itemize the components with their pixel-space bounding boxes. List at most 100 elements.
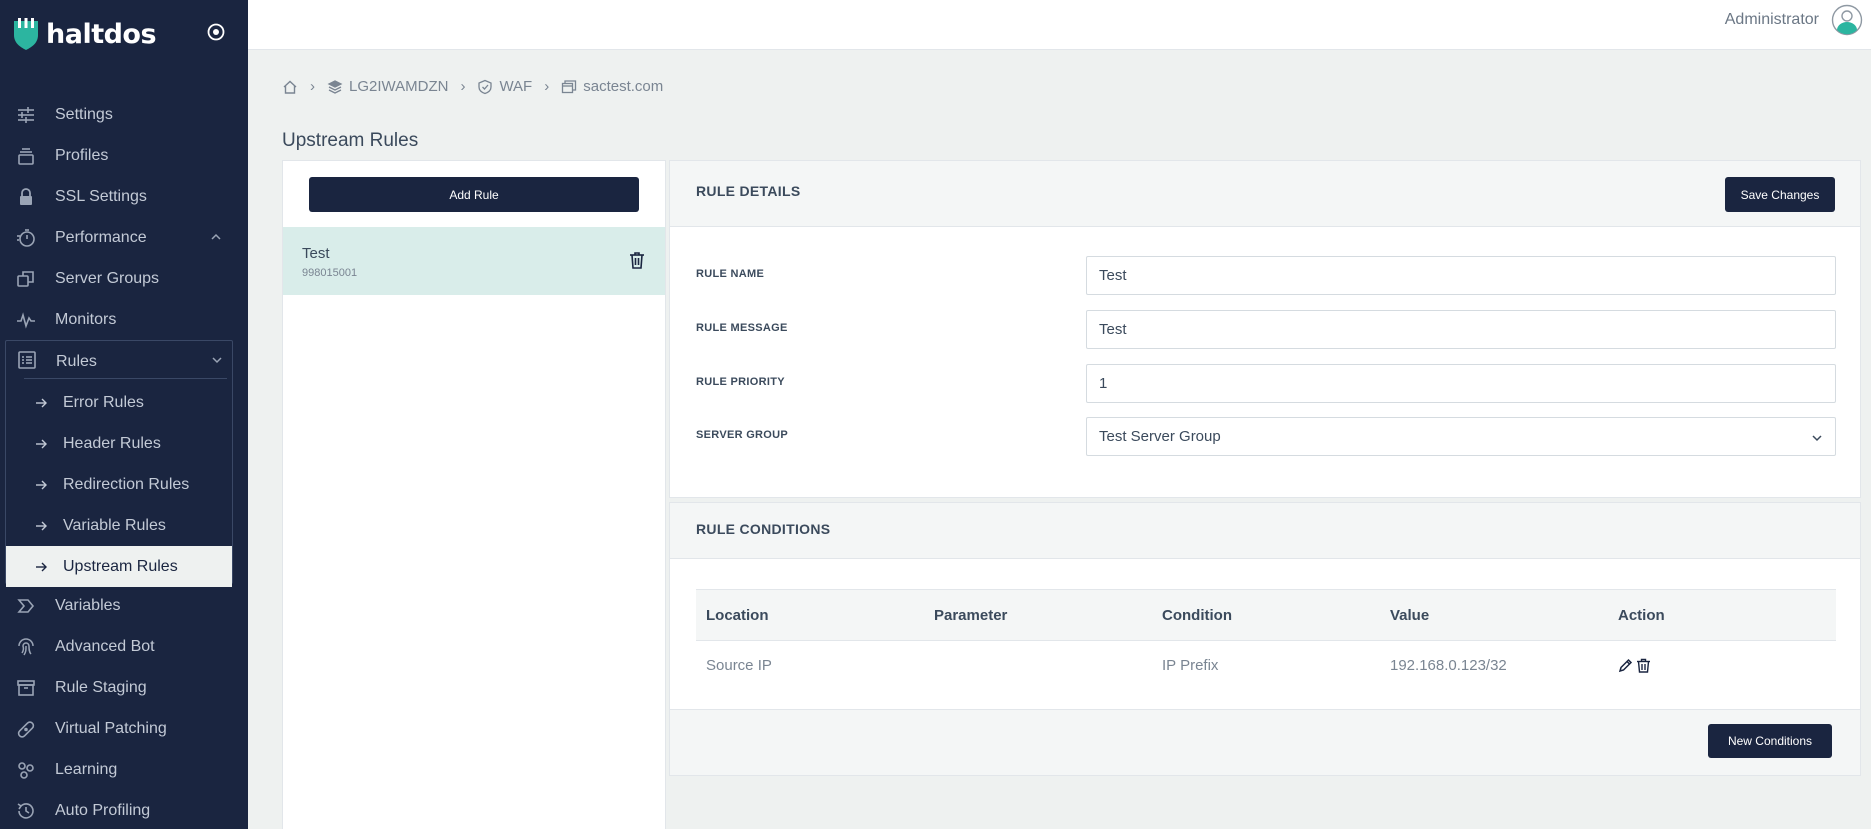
rule-priority-row: RULE PRIORITY 1 [696, 364, 1836, 404]
trash-icon[interactable] [629, 251, 645, 269]
trash-icon[interactable] [1636, 658, 1651, 673]
rule-name-row: RULE NAME Test [696, 256, 1836, 296]
rule-details-title: RULE DETAILS [696, 183, 801, 199]
sidebar-item-ssl-settings[interactable]: SSL Settings [0, 176, 248, 217]
column-header-condition: Condition [1162, 606, 1232, 624]
lock-icon [20, 188, 32, 205]
fingerprint-icon [18, 638, 34, 656]
sidebar-item-settings[interactable]: Settings [0, 94, 248, 135]
sidebar-item-variable-rules[interactable]: Variable Rules [6, 505, 232, 546]
sidebar-item-profiles[interactable]: Profiles [0, 135, 248, 176]
chevron-down-icon [1812, 435, 1822, 442]
breadcrumb-separator: › [310, 78, 315, 95]
sidebar: haltdos Settings Profiles SSL Settings P… [0, 0, 248, 829]
save-changes-button[interactable]: Save Changes [1725, 177, 1835, 212]
rule-item-id: 998015001 [302, 267, 358, 279]
user-name[interactable]: Administrator [1725, 11, 1819, 29]
rule-list-panel: Add Rule Test 998015001 [282, 160, 666, 829]
archive-icon [17, 680, 35, 696]
sidebar-subitem-label: Error Rules [63, 393, 144, 411]
sidebar-item-label: Rules [56, 352, 97, 370]
sidebar-item-rules[interactable]: Rules [6, 341, 232, 382]
breadcrumb-label: sactest.com [583, 78, 664, 95]
pulse-icon [17, 312, 35, 329]
topbar: Administrator [248, 0, 1871, 50]
sidebar-item-auto-profiling[interactable]: Auto Profiling [0, 790, 248, 829]
conditions-table: Location Parameter Condition Value Actio… [696, 589, 1836, 689]
rule-details-header: RULE DETAILS Save Changes [670, 161, 1860, 227]
sidebar-item-label: Profiles [55, 146, 109, 164]
rule-conditions-panel: RULE CONDITIONS Location Parameter Condi… [669, 502, 1861, 776]
column-header-value: Value [1390, 606, 1430, 624]
brand-name: haltdos [46, 18, 157, 50]
breadcrumb-item-tenant[interactable]: LG2IWAMDZN [327, 78, 448, 95]
rule-priority-input[interactable]: 1 [1086, 364, 1836, 403]
rule-conditions-title: RULE CONDITIONS [696, 521, 831, 537]
breadcrumb-label: WAF [499, 78, 533, 95]
sidebar-item-redirection-rules[interactable]: Redirection Rules [6, 464, 232, 505]
add-rule-button[interactable]: Add Rule [309, 177, 639, 212]
pencil-icon[interactable] [1618, 658, 1633, 673]
sidebar-subitem-label: Header Rules [63, 434, 161, 452]
new-conditions-button[interactable]: New Conditions [1708, 724, 1832, 758]
arrow-right-icon [36, 521, 47, 531]
sidebar-item-server-groups[interactable]: Server Groups [0, 258, 248, 299]
sidebar-item-upstream-rules[interactable]: Upstream Rules [6, 546, 232, 587]
sidebar-subitem-label: Variable Rules [63, 516, 166, 534]
sidebar-item-header-rules[interactable]: Header Rules [6, 423, 232, 464]
breadcrumb-item-site[interactable]: sactest.com [561, 78, 663, 95]
server-group-label: SERVER GROUP [696, 429, 789, 441]
sidebar-item-label: SSL Settings [55, 187, 147, 205]
sidebar-item-learning[interactable]: Learning [0, 749, 248, 790]
avatar-icon[interactable] [1831, 4, 1863, 36]
brand-logo[interactable]: haltdos [12, 14, 157, 54]
sidebar-item-label: Server Groups [55, 269, 160, 287]
rule-name-label: RULE NAME [696, 268, 765, 280]
shield-check-icon [478, 79, 493, 94]
copy-icon [17, 271, 34, 287]
breadcrumb-label: LG2IWAMDZN [349, 78, 449, 95]
breadcrumb: › LG2IWAMDZN › WAF › sactest.com [282, 78, 663, 95]
breadcrumb-separator: › [544, 78, 550, 95]
arrow-right-icon [36, 562, 47, 572]
layers-icon [327, 79, 343, 94]
cell-condition: IP Prefix [1162, 656, 1219, 674]
sidebar-item-variables[interactable]: Variables [0, 585, 248, 626]
sidebar-item-label: Virtual Patching [55, 719, 167, 737]
sidebar-item-virtual-patching[interactable]: Virtual Patching [0, 708, 248, 749]
cell-location: Source IP [706, 656, 772, 674]
server-group-value: Test Server Group [1099, 428, 1221, 445]
sidebar-item-label: Variables [55, 596, 121, 614]
sidebar-item-label: Learning [55, 760, 118, 778]
rule-conditions-header: RULE CONDITIONS [670, 503, 1860, 559]
sidebar-item-performance[interactable]: Performance [0, 217, 248, 258]
sidebar-item-label: Monitors [55, 310, 117, 328]
rule-message-input[interactable]: Test [1086, 310, 1836, 349]
chevron-up-icon[interactable] [210, 231, 222, 243]
sidebar-nav: Settings Profiles SSL Settings Performan… [0, 94, 248, 340]
rule-list-item[interactable]: Test 998015001 [283, 227, 665, 295]
column-header-action: Action [1618, 606, 1665, 624]
windows-icon [562, 79, 577, 93]
sidebar-item-advanced-bot[interactable]: Advanced Bot [0, 626, 248, 667]
server-group-select[interactable]: Test Server Group [1086, 417, 1836, 456]
rule-details-panel: RULE DETAILS Save Changes RULE NAME Test… [669, 160, 1861, 498]
sidebar-item-monitors[interactable]: Monitors [0, 299, 248, 340]
sidebar-item-error-rules[interactable]: Error Rules [6, 382, 232, 423]
page-title: Upstream Rules [282, 130, 419, 151]
column-header-parameter: Parameter [934, 606, 1008, 624]
sidebar-subitem-label: Redirection Rules [63, 475, 190, 493]
rule-name-input[interactable]: Test [1086, 256, 1836, 295]
nodes-icon [18, 762, 34, 779]
cell-parameter [924, 641, 934, 689]
sidebar-item-rule-staging[interactable]: Rule Staging [0, 667, 248, 708]
chevron-down-icon[interactable] [211, 354, 223, 366]
rule-message-row: RULE MESSAGE Test [696, 310, 1836, 350]
home-icon[interactable] [282, 79, 298, 95]
arrow-right-icon [36, 398, 47, 408]
breadcrumb-item-waf[interactable]: WAF [477, 78, 532, 95]
rules-group: Rules Error Rules Header Rules Redirecti… [5, 340, 233, 587]
stopwatch-icon [17, 229, 35, 247]
cell-action [1608, 641, 1654, 689]
sidebar-toggle-icon[interactable] [206, 22, 226, 42]
